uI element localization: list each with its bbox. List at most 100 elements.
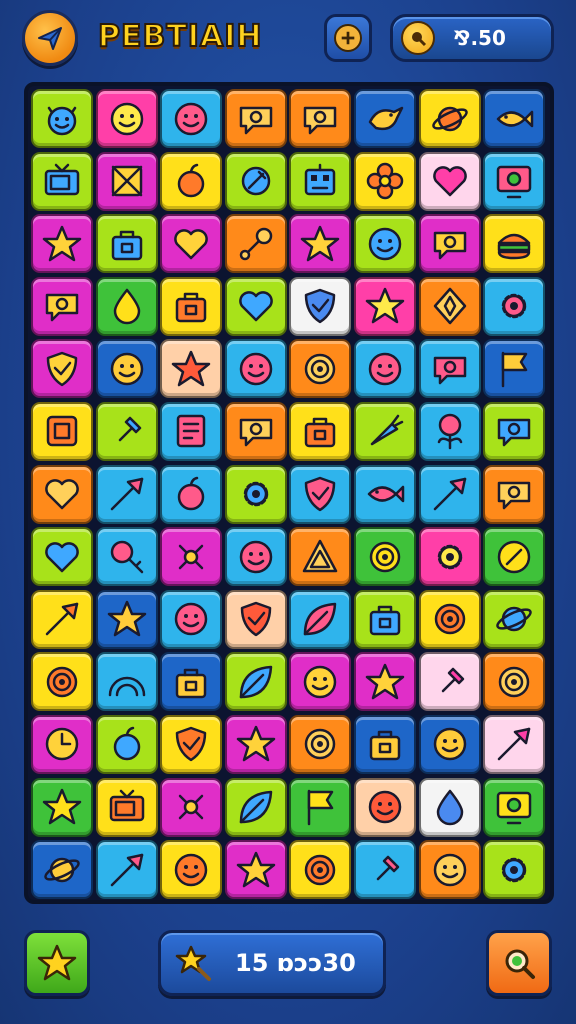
- board-tile[interactable]: [160, 151, 223, 211]
- board-tile[interactable]: [483, 214, 546, 274]
- board-tile[interactable]: [418, 777, 481, 837]
- board-tile[interactable]: [224, 840, 287, 900]
- board-tile[interactable]: [224, 214, 287, 274]
- board-tile[interactable]: [418, 840, 481, 900]
- board-tile[interactable]: [31, 714, 93, 774]
- board-tile[interactable]: [95, 777, 158, 837]
- board-tile[interactable]: [353, 214, 416, 274]
- board-tile[interactable]: [160, 401, 223, 461]
- board-tile[interactable]: [353, 527, 416, 587]
- board-tile[interactable]: [31, 464, 93, 524]
- board-tile[interactable]: [418, 339, 481, 399]
- board-tile[interactable]: [224, 714, 287, 774]
- board-tile[interactable]: [160, 714, 223, 774]
- board-tile[interactable]: [289, 339, 352, 399]
- board-tile[interactable]: [95, 589, 158, 649]
- board-tile[interactable]: [353, 401, 416, 461]
- coin-counter[interactable]: ⅋.50: [390, 14, 554, 62]
- board-tile[interactable]: [224, 89, 287, 148]
- board-tile[interactable]: [418, 527, 481, 587]
- board-tile[interactable]: [224, 276, 287, 336]
- board-tile[interactable]: [224, 464, 287, 524]
- board-tile[interactable]: [95, 214, 158, 274]
- board-tile[interactable]: [353, 151, 416, 211]
- board-tile[interactable]: [418, 714, 481, 774]
- settings-button[interactable]: [324, 14, 372, 62]
- board-tile[interactable]: [483, 714, 546, 774]
- board-tile[interactable]: [224, 777, 287, 837]
- board-tile[interactable]: [95, 464, 158, 524]
- board-tile[interactable]: [160, 527, 223, 587]
- board-tile[interactable]: [483, 89, 546, 148]
- board-tile[interactable]: [224, 589, 287, 649]
- board-tile[interactable]: [289, 714, 352, 774]
- board-tile[interactable]: [418, 589, 481, 649]
- board-tile[interactable]: [31, 777, 93, 837]
- board-tile[interactable]: [483, 840, 546, 900]
- board-tile[interactable]: [160, 214, 223, 274]
- board-tile[interactable]: [31, 214, 93, 274]
- search-button[interactable]: [486, 930, 552, 996]
- board-tile[interactable]: [31, 151, 93, 211]
- board-tile[interactable]: [31, 276, 93, 336]
- board-tile[interactable]: [483, 401, 546, 461]
- board-tile[interactable]: [160, 339, 223, 399]
- board-tile[interactable]: [31, 89, 93, 148]
- board-tile[interactable]: [353, 840, 416, 900]
- board-tile[interactable]: [95, 276, 158, 336]
- board-tile[interactable]: [160, 589, 223, 649]
- board-tile[interactable]: [353, 276, 416, 336]
- board-tile[interactable]: [483, 464, 546, 524]
- board-tile[interactable]: [224, 151, 287, 211]
- board-tile[interactable]: [353, 339, 416, 399]
- board-tile[interactable]: [353, 589, 416, 649]
- board-tile[interactable]: [353, 89, 416, 148]
- board-tile[interactable]: [289, 589, 352, 649]
- board-tile[interactable]: [289, 464, 352, 524]
- board-tile[interactable]: [418, 151, 481, 211]
- board-tile[interactable]: [95, 652, 158, 712]
- board-tile[interactable]: [289, 276, 352, 336]
- board-tile[interactable]: [160, 777, 223, 837]
- board-tile[interactable]: [483, 652, 546, 712]
- board-tile[interactable]: [289, 652, 352, 712]
- board-tile[interactable]: [483, 276, 546, 336]
- board-tile[interactable]: [224, 401, 287, 461]
- board-tile[interactable]: [289, 777, 352, 837]
- board-tile[interactable]: [95, 527, 158, 587]
- board-tile[interactable]: [483, 527, 546, 587]
- star-button[interactable]: [24, 930, 90, 996]
- board-tile[interactable]: [160, 276, 223, 336]
- board-tile[interactable]: [31, 840, 93, 900]
- board-tile[interactable]: [353, 464, 416, 524]
- board-tile[interactable]: [353, 714, 416, 774]
- board-tile[interactable]: [289, 840, 352, 900]
- board-tile[interactable]: [289, 527, 352, 587]
- board-tile[interactable]: [418, 401, 481, 461]
- board-tile[interactable]: [95, 151, 158, 211]
- board-tile[interactable]: [31, 652, 93, 712]
- board-tile[interactable]: [483, 589, 546, 649]
- board-tile[interactable]: [353, 777, 416, 837]
- board-tile[interactable]: [289, 151, 352, 211]
- board-tile[interactable]: [483, 339, 546, 399]
- board-tile[interactable]: [224, 339, 287, 399]
- board-tile[interactable]: [224, 652, 287, 712]
- board-tile[interactable]: [353, 652, 416, 712]
- back-button[interactable]: [22, 10, 78, 66]
- board-tile[interactable]: [31, 527, 93, 587]
- board-tile[interactable]: [289, 89, 352, 148]
- board-tile[interactable]: [483, 777, 546, 837]
- board-tile[interactable]: [160, 840, 223, 900]
- board-tile[interactable]: [224, 527, 287, 587]
- board-tile[interactable]: [31, 339, 93, 399]
- board-tile[interactable]: [418, 652, 481, 712]
- board-tile[interactable]: [483, 151, 546, 211]
- board-tile[interactable]: [418, 464, 481, 524]
- board-tile[interactable]: [160, 89, 223, 148]
- board-tile[interactable]: [31, 401, 93, 461]
- board-tile[interactable]: [418, 214, 481, 274]
- board-tile[interactable]: [289, 214, 352, 274]
- board-tile[interactable]: [95, 840, 158, 900]
- board-tile[interactable]: [418, 89, 481, 148]
